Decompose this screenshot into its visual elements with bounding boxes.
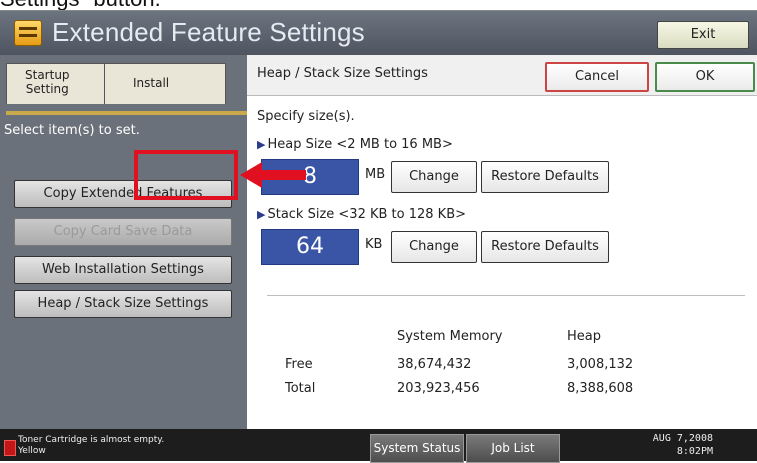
tab-install[interactable]: Install bbox=[104, 63, 226, 104]
toner-warning-line2: Yellow bbox=[18, 446, 46, 456]
main-header: Heap / Stack Size Settings Cancel OK bbox=[247, 55, 757, 96]
select-hint: Select item(s) to set. bbox=[4, 123, 140, 138]
free-row-label: Free bbox=[285, 357, 313, 372]
free-system-memory: 38,674,432 bbox=[397, 357, 472, 372]
red-pointer-arrow-icon bbox=[240, 162, 306, 188]
highlight-box bbox=[134, 150, 238, 200]
tab-startup-setting[interactable]: Startup Setting bbox=[6, 63, 108, 104]
system-status-button[interactable]: System Status bbox=[370, 434, 464, 463]
heap-size-label-text: Heap Size <2 MB to 16 MB> bbox=[267, 137, 453, 152]
heap-size-unit: MB bbox=[365, 167, 386, 182]
toner-warning-line1: Toner Cartridge is almost empty. bbox=[18, 435, 165, 445]
page-title: Heap / Stack Size Settings bbox=[257, 66, 428, 81]
stack-restore-defaults-button[interactable]: Restore Defaults bbox=[481, 231, 609, 263]
tab-underline bbox=[6, 111, 247, 115]
pointer-arrow-icon: ▶ bbox=[257, 208, 266, 221]
total-row-label: Total bbox=[285, 381, 316, 396]
stack-size-unit: KB bbox=[365, 237, 383, 252]
title-bar: Extended Feature Settings Exit bbox=[0, 10, 757, 55]
left-panel: Startup Setting Install Select item(s) to… bbox=[0, 55, 247, 429]
tab-install-label: Install bbox=[133, 76, 170, 90]
heap-size-label: ▶ Heap Size <2 MB to 16 MB> bbox=[257, 137, 453, 152]
divider bbox=[267, 295, 745, 296]
free-heap: 3,008,132 bbox=[567, 357, 634, 372]
heap-restore-defaults-button[interactable]: Restore Defaults bbox=[481, 161, 609, 193]
date-time: AUG 7,2008 8:02PM bbox=[653, 432, 713, 458]
copy-card-save-data-button: Copy Card Save Data bbox=[14, 218, 232, 246]
specify-hint: Specify size(s). bbox=[257, 109, 355, 124]
heap-stack-size-settings-button[interactable]: Heap / Stack Size Settings bbox=[14, 290, 232, 318]
tab-startup-line1: Startup bbox=[25, 68, 70, 82]
stack-size-value: 64 bbox=[261, 229, 359, 265]
heap-header: Heap bbox=[567, 329, 601, 344]
window-title: Extended Feature Settings bbox=[52, 17, 365, 47]
ok-button[interactable]: OK bbox=[655, 62, 755, 92]
job-list-button[interactable]: Job List bbox=[466, 434, 560, 463]
toner-warning-text: Toner Cartridge is almost empty. Yellow bbox=[18, 435, 164, 457]
system-memory-header: System Memory bbox=[397, 329, 503, 344]
cancel-button[interactable]: Cancel bbox=[545, 62, 649, 92]
total-system-memory: 203,923,456 bbox=[397, 381, 480, 396]
extended-feature-icon bbox=[14, 20, 42, 46]
heap-change-button[interactable]: Change bbox=[391, 161, 477, 193]
toner-warning-icon bbox=[4, 440, 16, 456]
stack-size-label-text: Stack Size <32 KB to 128 KB> bbox=[267, 207, 467, 222]
web-installation-settings-button[interactable]: Web Installation Settings bbox=[14, 256, 232, 284]
total-heap: 8,388,608 bbox=[567, 381, 634, 396]
date-text: AUG 7,2008 bbox=[652, 433, 713, 444]
status-bar: Toner Cartridge is almost empty. Yellow … bbox=[0, 429, 757, 463]
time-text: 8:02PM bbox=[676, 446, 713, 457]
stack-change-button[interactable]: Change bbox=[391, 231, 477, 263]
stack-size-label: ▶ Stack Size <32 KB to 128 KB> bbox=[257, 207, 466, 222]
pointer-arrow-icon: ▶ bbox=[257, 138, 266, 151]
tab-startup-line2: Setting bbox=[25, 82, 69, 96]
main-panel: Heap / Stack Size Settings Cancel OK Spe… bbox=[247, 55, 757, 429]
caption-text: Settings" button. bbox=[0, 0, 161, 11]
exit-button[interactable]: Exit bbox=[657, 21, 749, 49]
